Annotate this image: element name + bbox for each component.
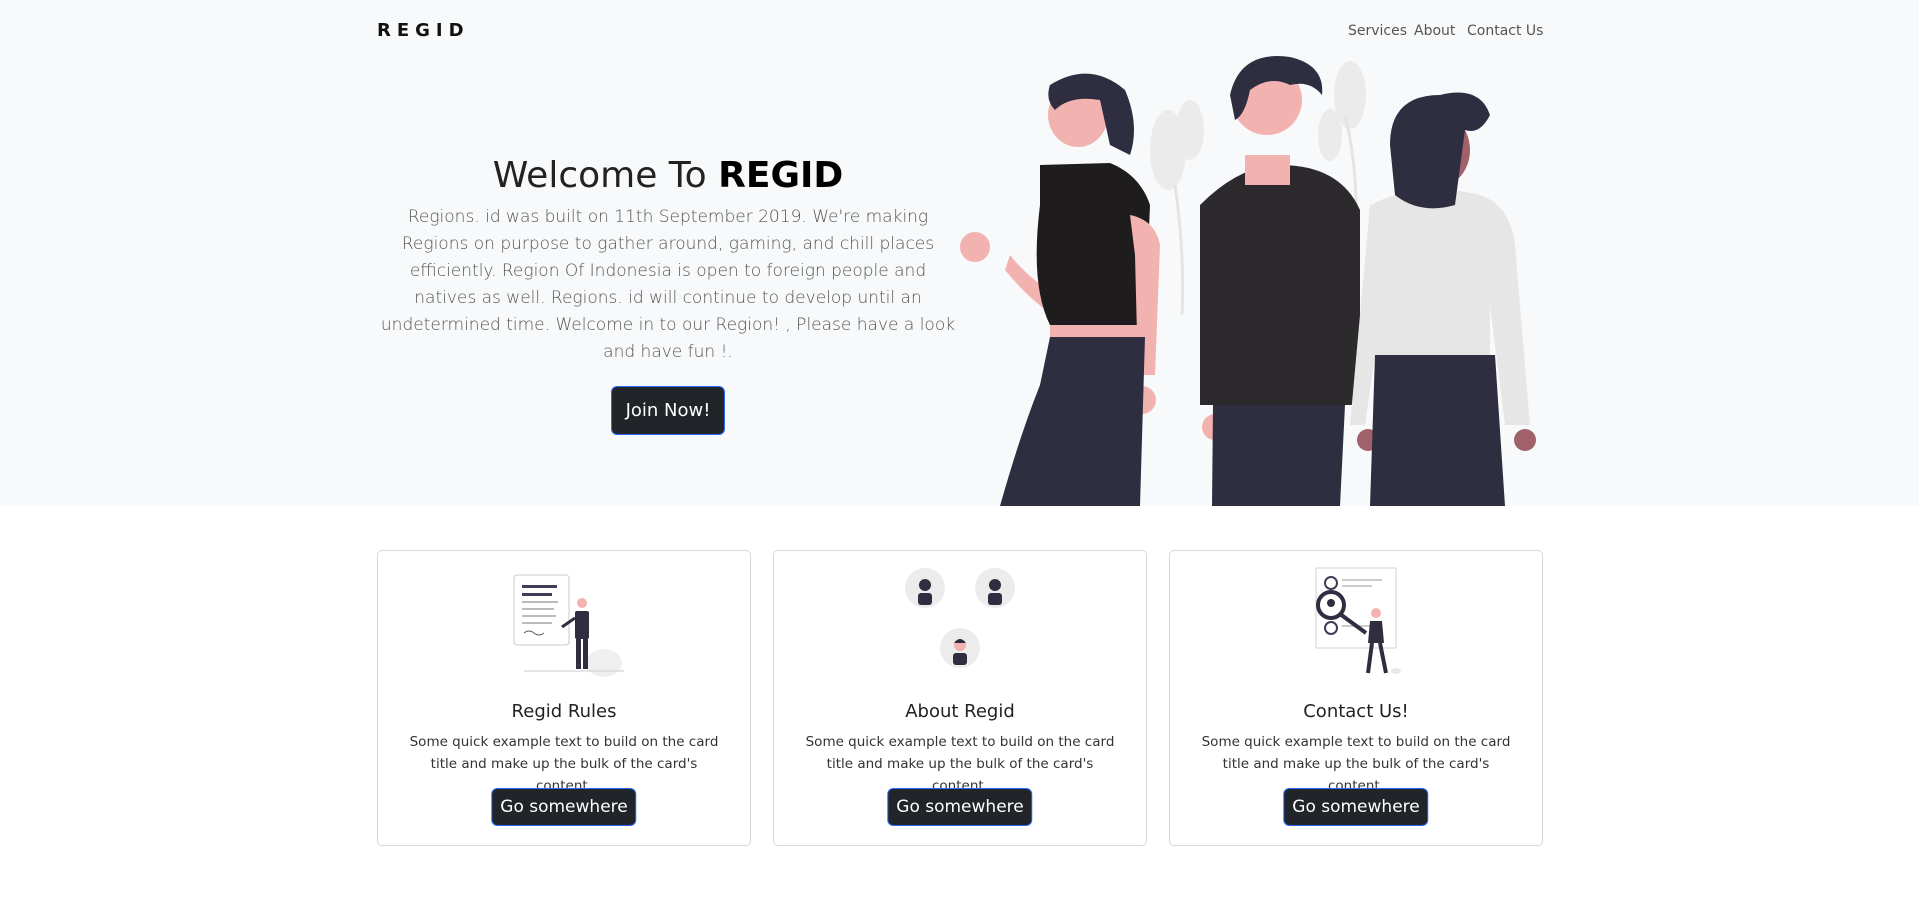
hero-title: Welcome To REGID <box>377 155 959 196</box>
card-about-regid: About Regid Some quick example text to b… <box>773 550 1147 846</box>
hero-text: Welcome To REGID Regions. id was built o… <box>377 155 959 435</box>
hero-section: REGID Services About Contact Us Welcome … <box>0 0 1919 506</box>
go-somewhere-button[interactable]: Go somewhere <box>491 788 637 826</box>
nav-link-about[interactable]: About <box>1414 23 1455 39</box>
go-somewhere-button[interactable]: Go somewhere <box>887 788 1033 826</box>
card-title: Regid Rules <box>511 701 617 722</box>
team-avatars-illustration <box>905 568 1015 668</box>
hero-description: Regions. id was built on 11th September … <box>380 207 956 362</box>
nav-link-contact-us[interactable]: Contact Us <box>1467 23 1543 39</box>
join-now-button[interactable]: Join Now! <box>610 386 726 435</box>
card-regid-rules: Regid Rules Some quick example text to b… <box>377 550 751 846</box>
hero-title-brand: REGID <box>718 155 844 196</box>
card-contact-us: Contact Us! Some quick example text to b… <box>1169 550 1543 846</box>
people-illustration <box>960 56 1536 506</box>
card-title: Contact Us! <box>1303 701 1409 722</box>
person-with-document-illustration <box>513 574 624 677</box>
person-with-magnifier-illustration <box>1315 567 1401 674</box>
nav-link-services[interactable]: Services <box>1348 23 1407 39</box>
brand-logo[interactable]: REGID <box>377 20 470 41</box>
hero-title-prefix: Welcome To <box>492 155 719 196</box>
card-title: About Regid <box>905 701 1015 722</box>
go-somewhere-button[interactable]: Go somewhere <box>1283 788 1429 826</box>
